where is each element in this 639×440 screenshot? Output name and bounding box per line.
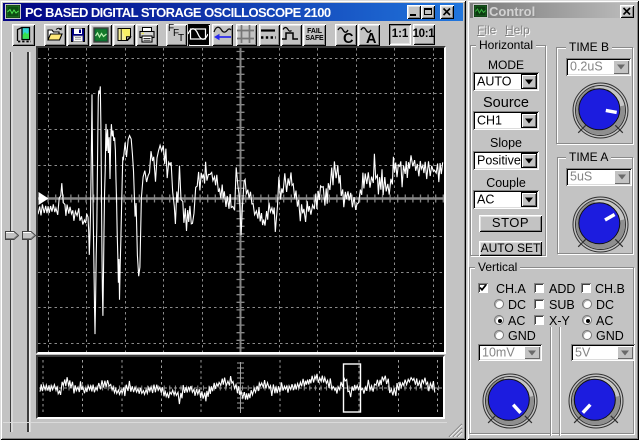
svg-text:C: C bbox=[343, 31, 354, 46]
svg-text:A: A bbox=[366, 31, 377, 46]
